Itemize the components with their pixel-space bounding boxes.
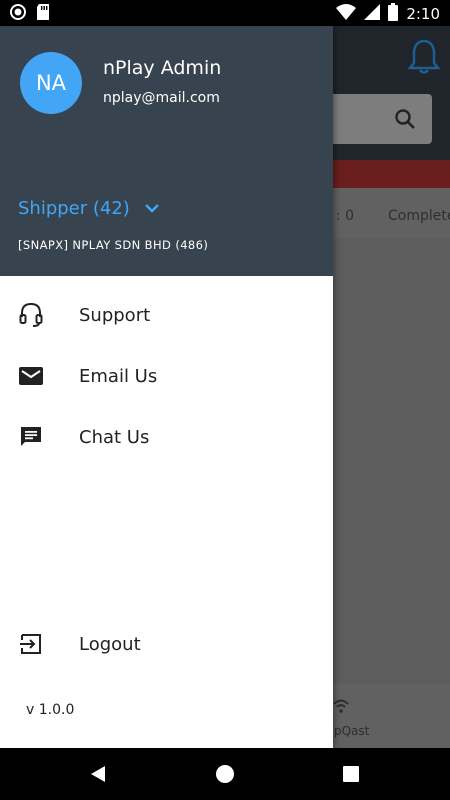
battery-icon	[388, 3, 399, 25]
background-tab-count: : 0	[336, 208, 355, 224]
signal-icon	[364, 4, 381, 24]
wireless-icon	[332, 698, 350, 718]
chevron-down-icon[interactable]	[144, 199, 160, 218]
drawer-header: NA nPlay Admin nplay@mail.com Shipper (4…	[0, 26, 333, 276]
home-icon[interactable]	[211, 760, 239, 788]
background-tab-complete: Complete	[388, 208, 450, 224]
system-nav-bar	[0, 748, 450, 800]
company-label: [SNAPX] NPLAY SDN BHD (486)	[18, 238, 209, 252]
menu-label-chat-us: Chat Us	[79, 426, 150, 448]
logout-label: Logout	[79, 633, 141, 655]
logout-icon	[18, 631, 44, 657]
email-icon	[18, 363, 44, 389]
wifi-icon	[336, 4, 357, 24]
menu-item-support[interactable]: Support	[0, 285, 333, 345]
role-label[interactable]: Shipper (42)	[18, 198, 130, 219]
menu-label-email-us: Email Us	[79, 365, 158, 387]
record-icon	[10, 4, 26, 24]
sd-card-icon	[36, 4, 50, 24]
headset-icon	[18, 302, 44, 328]
user-email: nplay@mail.com	[103, 90, 220, 106]
status-bar: 2:10	[0, 0, 450, 26]
search-icon	[394, 108, 416, 134]
back-icon[interactable]	[84, 760, 112, 788]
navigation-drawer: NA nPlay Admin nplay@mail.com Shipper (4…	[0, 26, 333, 748]
menu-item-email-us[interactable]: Email Us	[0, 346, 333, 406]
recents-icon[interactable]	[337, 760, 365, 788]
menu-label-support: Support	[79, 304, 151, 326]
bell-icon	[407, 38, 441, 80]
chat-icon	[18, 424, 44, 450]
menu-item-chat-us[interactable]: Chat Us	[0, 407, 333, 467]
logout-button[interactable]: Logout	[0, 614, 333, 674]
user-name: nPlay Admin	[103, 57, 222, 79]
role-selector[interactable]: Shipper (42)	[18, 198, 160, 219]
status-time: 2:10	[406, 5, 440, 23]
app-version: v 1.0.0	[26, 702, 75, 718]
avatar[interactable]: NA	[20, 52, 82, 114]
background-nav-label: pQast	[334, 724, 370, 738]
